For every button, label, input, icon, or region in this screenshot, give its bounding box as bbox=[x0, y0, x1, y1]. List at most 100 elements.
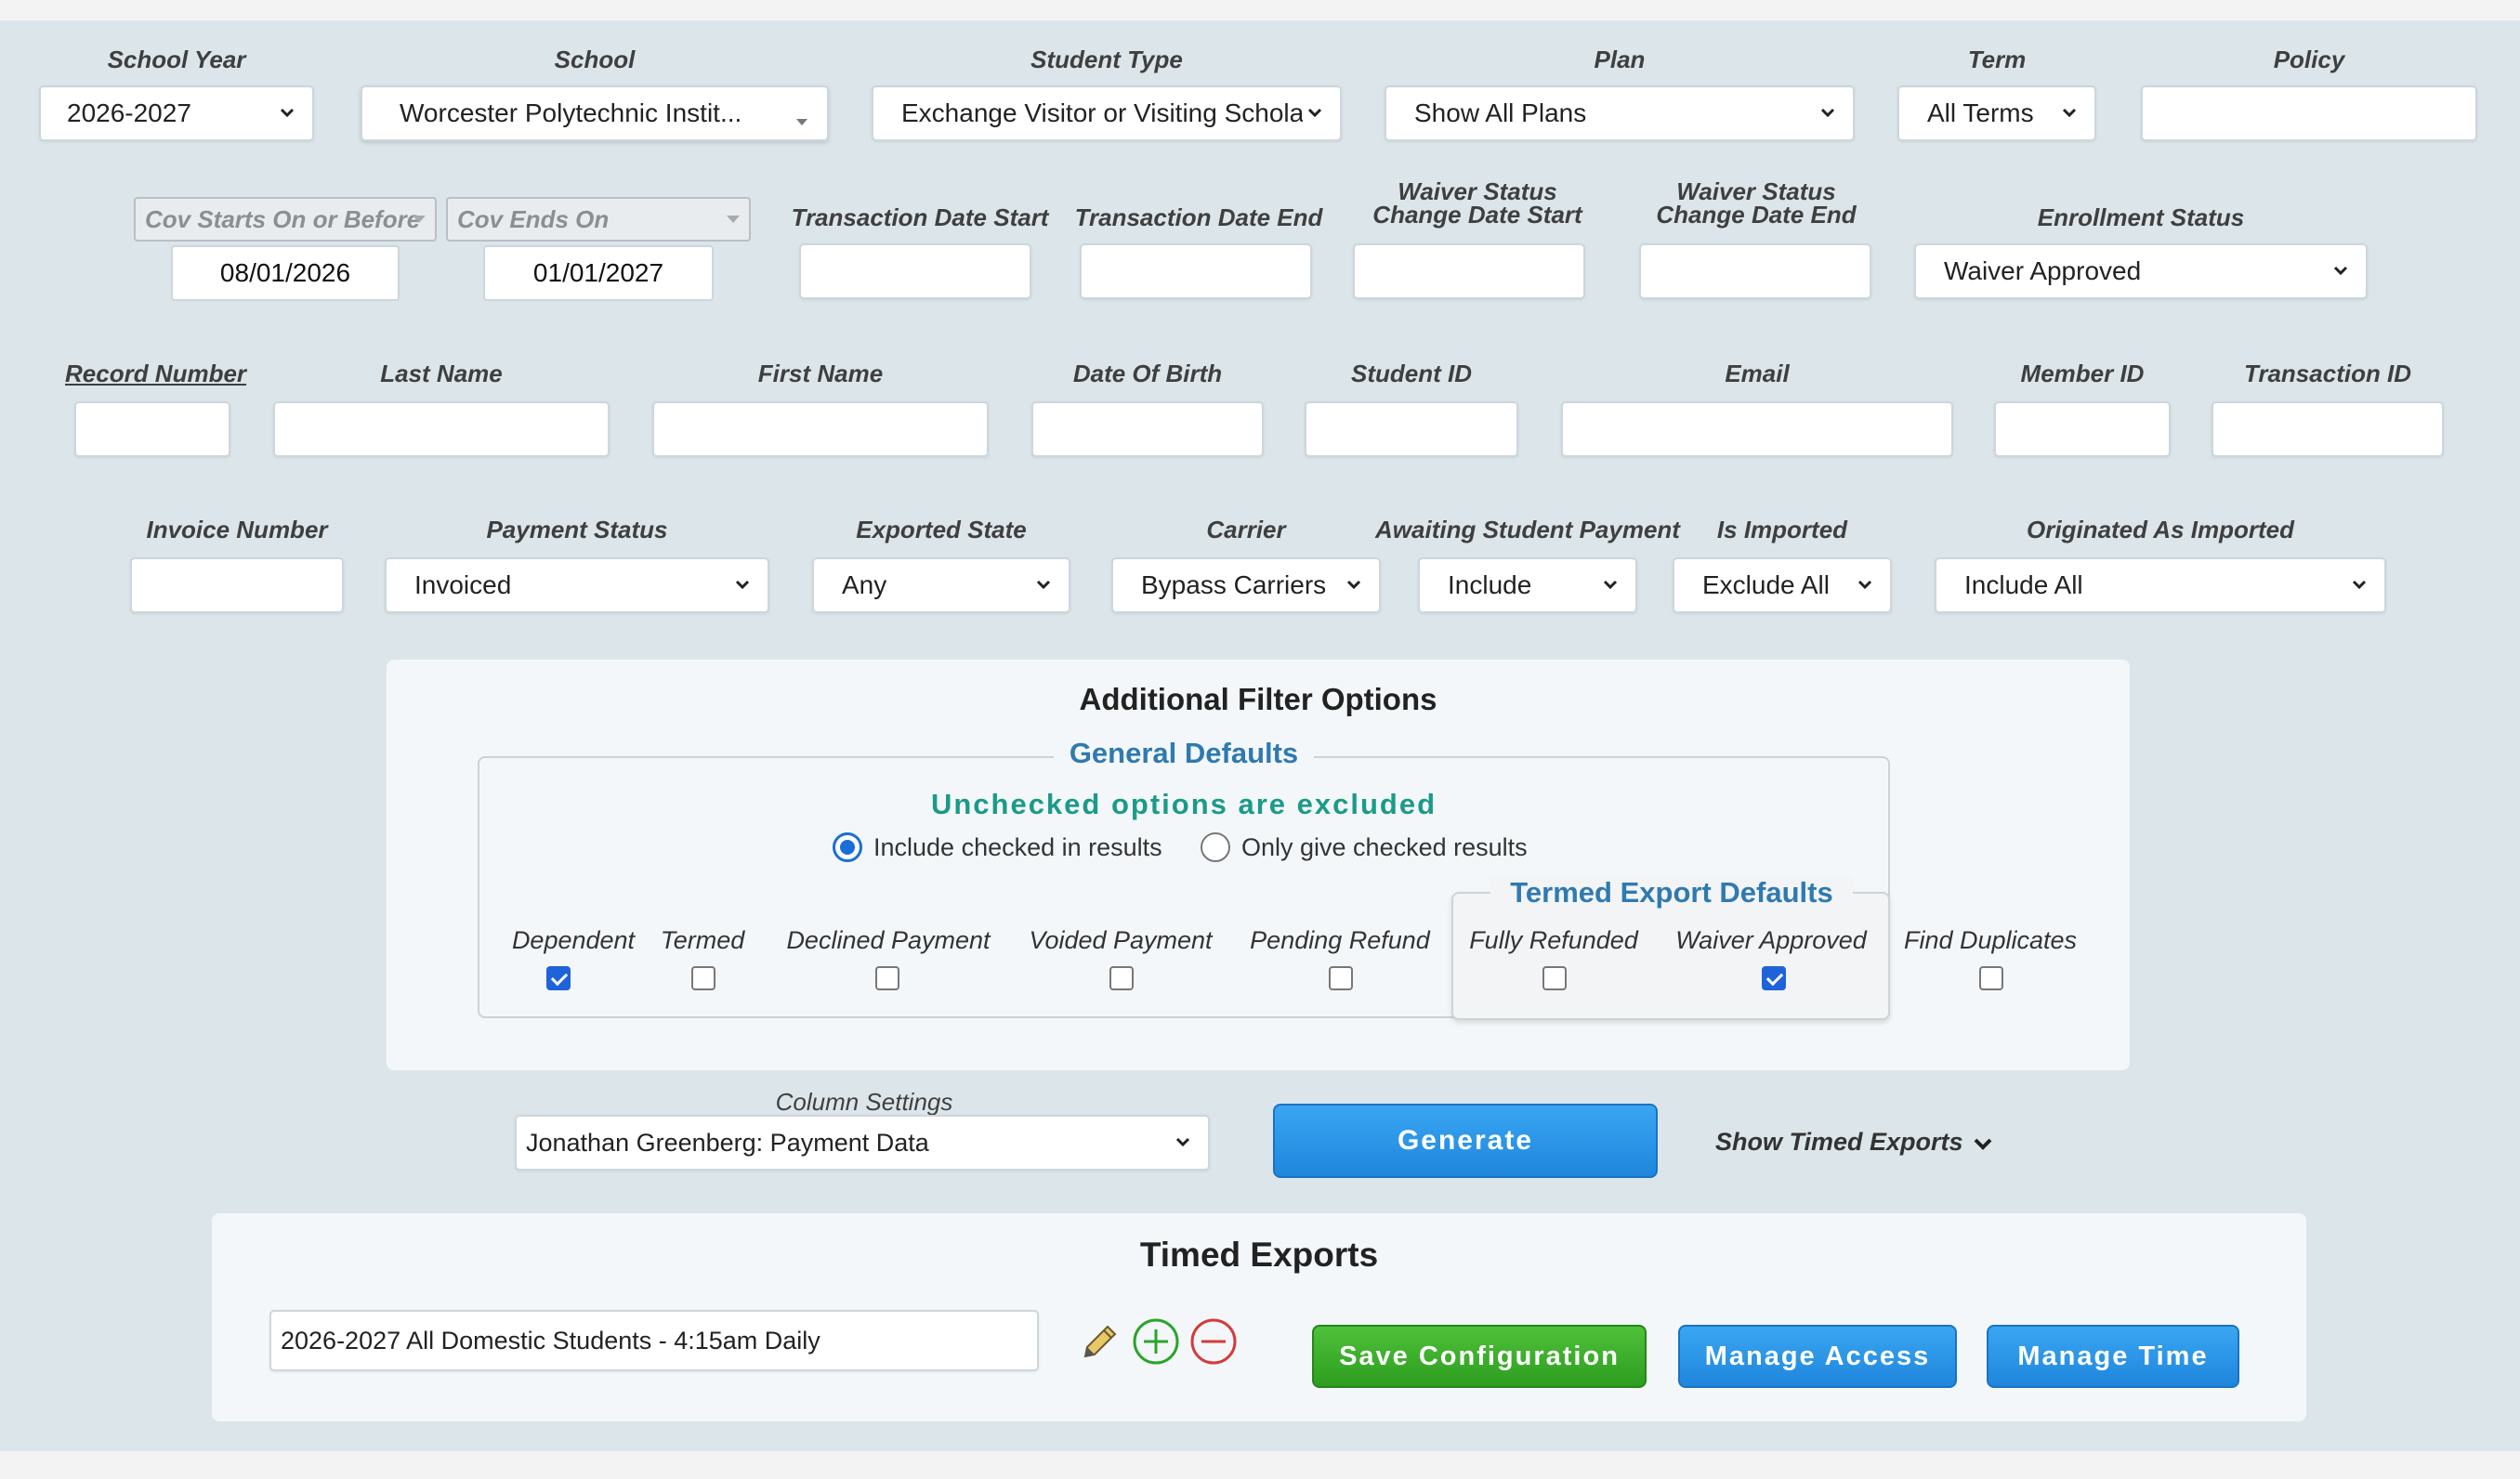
chevron-down-icon bbox=[2352, 580, 2367, 590]
dependent-checkbox[interactable] bbox=[546, 966, 571, 990]
school-year-label: School Year bbox=[107, 46, 246, 73]
show-timed-exports-toggle[interactable]: Show Timed Exports bbox=[1715, 1128, 1995, 1157]
email-input[interactable] bbox=[1561, 401, 1953, 457]
dependent-label: Dependent bbox=[511, 926, 636, 954]
date-of-birth-input[interactable] bbox=[1031, 401, 1264, 457]
last-name-input[interactable] bbox=[273, 401, 610, 457]
enrollment-status-label: Enrollment Status bbox=[2037, 203, 2245, 231]
add-circle-icon[interactable] bbox=[1132, 1317, 1180, 1366]
date-of-birth-label: Date Of Birth bbox=[1072, 360, 1223, 387]
waiver-status-change-end-label: Waiver Status Change Date End bbox=[1656, 177, 1857, 229]
waiver-status-change-end-input[interactable] bbox=[1639, 243, 1871, 299]
student-id-input[interactable] bbox=[1305, 401, 1518, 457]
generate-button[interactable]: Generate bbox=[1273, 1104, 1658, 1178]
cov-start-date-input[interactable]: 08/01/2026 bbox=[171, 245, 400, 301]
chevron-down-icon bbox=[1820, 108, 1835, 118]
first-name-input[interactable] bbox=[652, 401, 989, 457]
plan-label: Plan bbox=[1594, 46, 1646, 73]
general-defaults-legend: General Defaults bbox=[1054, 738, 1314, 769]
timed-exports-title: Timed Exports bbox=[1139, 1236, 1379, 1274]
plan-select[interactable]: Show All Plans bbox=[1385, 85, 1855, 141]
term-label: Term bbox=[1967, 46, 2027, 73]
carrier-label: Carrier bbox=[1206, 516, 1286, 543]
last-name-label: Last Name bbox=[380, 360, 503, 387]
cov-end-date-input[interactable]: 01/01/2027 bbox=[483, 245, 714, 301]
cov-end-mode-select: Cov Ends On bbox=[446, 197, 751, 242]
find-duplicates-label: Find Duplicates bbox=[1903, 926, 2078, 954]
chevron-down-icon bbox=[1603, 580, 1618, 590]
voided-payment-label: Voided Payment bbox=[1029, 926, 1213, 954]
only-checked-radio[interactable] bbox=[1201, 832, 1230, 862]
termed-checkbox[interactable] bbox=[691, 966, 715, 990]
invoice-number-input[interactable] bbox=[130, 557, 344, 613]
termed-export-defaults-box bbox=[1451, 892, 1890, 1020]
include-checked-label[interactable]: Include checked in results bbox=[873, 833, 1162, 861]
student-type-select[interactable]: Exchange Visitor or Visiting Scholar bbox=[872, 85, 1342, 141]
column-settings-label: Column Settings bbox=[775, 1088, 953, 1116]
chevron-down-icon bbox=[735, 580, 750, 590]
waiver-approved-label: Waiver Approved bbox=[1675, 926, 1867, 954]
pencil-icon[interactable] bbox=[1078, 1319, 1122, 1364]
originated-as-imported-label: Originated As Imported bbox=[2027, 516, 2294, 543]
record-number-label[interactable]: Record Number bbox=[65, 360, 246, 386]
record-number-input[interactable] bbox=[74, 401, 230, 457]
exported-state-label: Exported State bbox=[856, 516, 1027, 543]
waiver-status-change-start-input[interactable] bbox=[1353, 243, 1585, 299]
member-id-input[interactable] bbox=[1994, 401, 2171, 457]
waiver-status-change-start-label: Waiver Status Change Date Start bbox=[1372, 177, 1582, 229]
carrier-select[interactable]: Bypass Carriers bbox=[1111, 557, 1381, 613]
save-configuration-button[interactable]: Save Configuration bbox=[1312, 1325, 1647, 1388]
report-filter-panel: School Year 2026-2027 School Worcester P… bbox=[0, 20, 2520, 1451]
find-duplicates-checkbox[interactable] bbox=[1979, 966, 2003, 990]
declined-payment-checkbox[interactable] bbox=[875, 966, 899, 990]
caret-down-icon bbox=[796, 119, 807, 125]
manage-access-button[interactable]: Manage Access bbox=[1678, 1325, 1957, 1388]
fully-refunded-label: Fully Refunded bbox=[1469, 926, 1638, 954]
termed-export-defaults-legend: Termed Export Defaults bbox=[1490, 877, 1853, 909]
chevron-down-icon bbox=[1175, 1137, 1190, 1147]
student-type-label: Student Type bbox=[1030, 46, 1183, 73]
include-checked-radio[interactable] bbox=[833, 832, 862, 862]
cov-start-mode-select: Cov Starts On or Before bbox=[134, 197, 437, 242]
chevron-down-icon bbox=[1974, 1138, 1991, 1150]
policy-input[interactable] bbox=[2141, 85, 2477, 141]
payment-status-select[interactable]: Invoiced bbox=[385, 557, 769, 613]
student-id-label: Student ID bbox=[1351, 360, 1472, 387]
pending-refund-label: Pending Refund bbox=[1250, 926, 1430, 954]
additional-filter-options-title: Additional Filter Options bbox=[1079, 682, 1437, 716]
school-label: School bbox=[554, 46, 636, 73]
invoice-number-label: Invoice Number bbox=[146, 516, 328, 543]
chevron-down-icon bbox=[2062, 108, 2077, 118]
manage-time-button[interactable]: Manage Time bbox=[1987, 1325, 2239, 1388]
column-settings-select[interactable]: Jonathan Greenberg: Payment Data bbox=[515, 1115, 1210, 1171]
transaction-date-end-label: Transaction Date End bbox=[1074, 203, 1323, 231]
originated-as-imported-select[interactable]: Include All bbox=[1935, 557, 2386, 613]
first-name-label: First Name bbox=[757, 360, 884, 387]
school-select[interactable]: Worcester Polytechnic Instit... bbox=[361, 85, 829, 141]
chevron-down-icon bbox=[2333, 266, 2348, 276]
transaction-date-start-input[interactable] bbox=[799, 243, 1031, 299]
term-select[interactable]: All Terms bbox=[1897, 85, 2096, 141]
awaiting-student-payment-label: Awaiting Student Payment bbox=[1375, 516, 1680, 543]
member-id-label: Member ID bbox=[2020, 360, 2145, 387]
awaiting-student-payment-select[interactable]: Include bbox=[1418, 557, 1637, 613]
remove-circle-icon[interactable] bbox=[1189, 1317, 1238, 1366]
exported-state-select[interactable]: Any bbox=[812, 557, 1070, 613]
chevron-down-icon bbox=[1307, 108, 1322, 118]
chevron-down-icon bbox=[1346, 580, 1361, 590]
waiver-approved-checkbox[interactable] bbox=[1762, 966, 1786, 990]
fully-refunded-checkbox[interactable] bbox=[1542, 966, 1567, 990]
pending-refund-checkbox[interactable] bbox=[1329, 966, 1353, 990]
is-imported-select[interactable]: Exclude All bbox=[1673, 557, 1892, 613]
chevron-down-icon bbox=[1036, 580, 1051, 590]
payment-status-label: Payment Status bbox=[486, 516, 668, 543]
transaction-date-end-input[interactable] bbox=[1080, 243, 1312, 299]
transaction-id-input[interactable] bbox=[2212, 401, 2444, 457]
voided-payment-checkbox[interactable] bbox=[1109, 966, 1134, 990]
only-checked-label[interactable]: Only give checked results bbox=[1241, 833, 1528, 861]
timed-exports-card: Timed Exports 2026-2027 All Domestic Stu… bbox=[212, 1213, 2306, 1421]
enrollment-status-select[interactable]: Waiver Approved bbox=[1914, 243, 2368, 299]
timed-export-name-input[interactable]: 2026-2027 All Domestic Students - 4:15am… bbox=[269, 1310, 1039, 1371]
termed-label: Termed bbox=[660, 926, 745, 954]
school-year-select[interactable]: 2026-2027 bbox=[39, 85, 314, 141]
